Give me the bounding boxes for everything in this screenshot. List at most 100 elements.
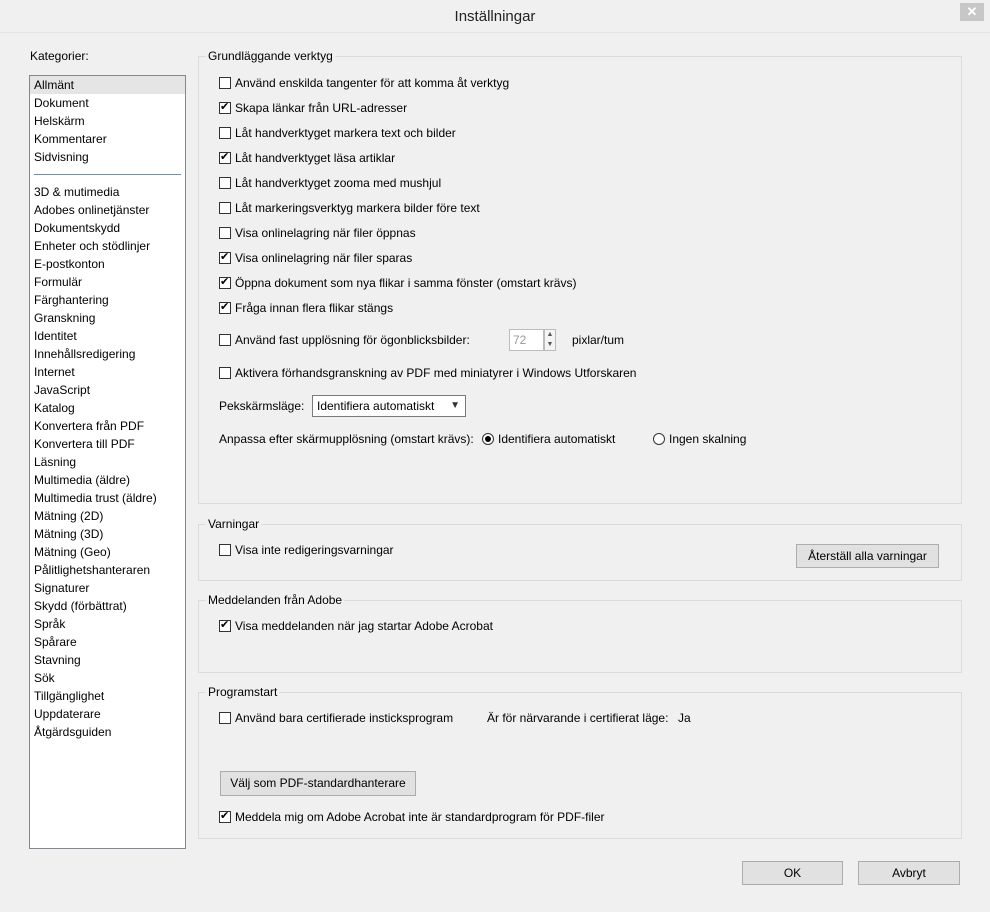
startup-title: Programstart bbox=[206, 685, 280, 699]
scaling-auto-radio[interactable] bbox=[482, 433, 494, 445]
option-checkbox[interactable] bbox=[219, 177, 231, 189]
fixed-resolution-label: Använd fast upplösning för ögonblicksbil… bbox=[235, 333, 470, 347]
category-item[interactable]: Uppdaterare bbox=[30, 705, 185, 723]
set-default-pdf-button[interactable]: Välj som PDF-standardhanterare bbox=[220, 771, 416, 796]
category-item[interactable]: Åtgärdsguiden bbox=[30, 723, 185, 741]
category-item[interactable]: Multimedia trust (äldre) bbox=[30, 489, 185, 507]
show-messages-label: Visa meddelanden när jag startar Adobe A… bbox=[235, 619, 493, 633]
close-button[interactable]: ✕ bbox=[960, 3, 984, 21]
category-item[interactable]: Sidvisning bbox=[30, 148, 185, 166]
basic-tool-option[interactable]: Öppna dokument som nya flikar i samma fö… bbox=[219, 275, 577, 290]
category-item[interactable]: Adobes onlinetjänster bbox=[30, 201, 185, 219]
category-item[interactable]: Innehållsredigering bbox=[30, 345, 185, 363]
option-label: Fråga innan flera flikar stängs bbox=[235, 301, 394, 315]
option-checkbox[interactable] bbox=[219, 250, 231, 264]
resolution-spinner[interactable]: ▲ ▼ bbox=[544, 329, 556, 351]
category-item[interactable]: Internet bbox=[30, 363, 185, 381]
category-item[interactable]: Mätning (3D) bbox=[30, 525, 185, 543]
basic-tool-option[interactable]: Skapa länkar från URL-adresser bbox=[219, 100, 407, 115]
title-bar: Inställningar ✕ bbox=[0, 0, 990, 33]
category-item[interactable]: Allmänt bbox=[30, 76, 185, 94]
category-item[interactable]: Enheter och stödlinjer bbox=[30, 237, 185, 255]
category-item[interactable]: Färghantering bbox=[30, 291, 185, 309]
option-label: Låt handverktyget zooma med mushjul bbox=[235, 176, 442, 190]
resolution-unit: pixlar/tum bbox=[572, 333, 625, 347]
option-checkbox[interactable] bbox=[219, 275, 231, 289]
ok-button[interactable]: OK bbox=[742, 861, 843, 885]
show-messages-checkbox[interactable] bbox=[219, 618, 231, 632]
category-item[interactable]: Multimedia (äldre) bbox=[30, 471, 185, 489]
reset-warnings-button[interactable]: Återställ alla varningar bbox=[796, 544, 939, 568]
category-item[interactable]: Skydd (förbättrat) bbox=[30, 597, 185, 615]
category-item[interactable]: Sök bbox=[30, 669, 185, 687]
option-label: Använd enskilda tangenter för att komma … bbox=[235, 76, 510, 90]
category-item[interactable]: Katalog bbox=[30, 399, 185, 417]
basic-tool-option[interactable]: Visa onlinelagring när filer öppnas bbox=[219, 226, 416, 240]
notify-default-checkbox[interactable] bbox=[219, 809, 231, 823]
scaling-auto-label: Identifiera automatiskt bbox=[498, 432, 616, 446]
cancel-button[interactable]: Avbryt bbox=[858, 861, 960, 885]
category-item[interactable]: Mätning (2D) bbox=[30, 507, 185, 525]
no-edit-warnings-label: Visa inte redigeringsvarningar bbox=[235, 543, 394, 557]
option-label: Öppna dokument som nya flikar i samma fö… bbox=[235, 276, 577, 290]
option-label: Låt handverktyget markera text och bilde… bbox=[235, 126, 456, 140]
fixed-resolution-row[interactable]: Använd fast upplösning för ögonblicksbil… bbox=[219, 333, 470, 347]
preview-row[interactable]: Aktivera förhandsgranskning av PDF med m… bbox=[219, 366, 636, 380]
basic-tool-option[interactable]: Låt handverktyget zooma med mushjul bbox=[219, 176, 441, 190]
category-item[interactable]: Tillgänglighet bbox=[30, 687, 185, 705]
category-item[interactable]: Signaturer bbox=[30, 579, 185, 597]
scaling-none-radio[interactable] bbox=[653, 433, 665, 445]
notify-row[interactable]: Meddela mig om Adobe Acrobat inte är sta… bbox=[219, 809, 605, 824]
notify-default-label: Meddela mig om Adobe Acrobat inte är sta… bbox=[235, 810, 605, 824]
categories-list[interactable]: Allmänt Dokument Helskärm Kommentarer Sidvis… bbox=[29, 75, 186, 849]
category-item[interactable]: Språk bbox=[30, 615, 185, 633]
basic-tool-option[interactable]: Använd enskilda tangenter för att komma … bbox=[219, 76, 509, 90]
no-edit-warnings-checkbox[interactable] bbox=[219, 544, 231, 556]
option-checkbox[interactable] bbox=[219, 227, 231, 239]
messages-row[interactable]: Visa meddelanden när jag startar Adobe A… bbox=[219, 618, 493, 633]
touch-mode-select[interactable]: Identifiera automatiskt ▼ bbox=[312, 395, 466, 417]
category-item[interactable]: Granskning bbox=[30, 309, 185, 327]
basic-tool-option[interactable]: Låt handverktyget markera text och bilde… bbox=[219, 126, 456, 140]
option-checkbox[interactable] bbox=[219, 77, 231, 89]
touch-mode-value: Identifiera automatiskt bbox=[317, 399, 435, 413]
warnings-title: Varningar bbox=[206, 517, 262, 531]
option-checkbox[interactable] bbox=[219, 127, 231, 139]
certified-plugins-label: Använd bara certifierade insticksprogram bbox=[235, 711, 454, 725]
basic-tool-option[interactable]: Låt markeringsverktyg markera bilder för… bbox=[219, 201, 480, 215]
category-item[interactable]: E-postkonton bbox=[30, 255, 185, 273]
warnings-row[interactable]: Visa inte redigeringsvarningar bbox=[219, 543, 394, 557]
certified-row[interactable]: Använd bara certifierade insticksprogram bbox=[219, 711, 453, 725]
category-item[interactable]: 3D & mutimedia bbox=[30, 183, 185, 201]
scaling-none-option[interactable]: Ingen skalning bbox=[653, 432, 746, 446]
category-item[interactable]: Kommentarer bbox=[30, 130, 185, 148]
scaling-none-label: Ingen skalning bbox=[669, 432, 747, 446]
option-checkbox[interactable] bbox=[219, 150, 231, 164]
category-item[interactable]: Konvertera till PDF bbox=[30, 435, 185, 453]
category-item[interactable]: JavaScript bbox=[30, 381, 185, 399]
basic-tool-option[interactable]: Låt handverktyget läsa artiklar bbox=[219, 150, 395, 165]
option-checkbox[interactable] bbox=[219, 300, 231, 314]
fixed-resolution-checkbox[interactable] bbox=[219, 334, 231, 346]
category-item[interactable]: Mätning (Geo) bbox=[30, 543, 185, 561]
option-checkbox[interactable] bbox=[219, 202, 231, 214]
resolution-input[interactable]: 72 bbox=[509, 329, 544, 351]
category-item[interactable]: Konvertera från PDF bbox=[30, 417, 185, 435]
basic-tool-option[interactable]: Visa onlinelagring när filer sparas bbox=[219, 250, 412, 265]
category-item[interactable]: Formulär bbox=[30, 273, 185, 291]
category-item[interactable]: Läsning bbox=[30, 453, 185, 471]
category-item[interactable]: Identitet bbox=[30, 327, 185, 345]
certified-plugins-checkbox[interactable] bbox=[219, 712, 231, 724]
option-checkbox[interactable] bbox=[219, 100, 231, 114]
category-item[interactable]: Pålitlighetshanteraren bbox=[30, 561, 185, 579]
preview-checkbox[interactable] bbox=[219, 367, 231, 379]
category-item[interactable]: Spårare bbox=[30, 633, 185, 651]
category-item[interactable]: Dokumentskydd bbox=[30, 219, 185, 237]
cert-mode-value: Ja bbox=[678, 711, 691, 725]
messages-title: Meddelanden från Adobe bbox=[206, 593, 345, 607]
scaling-auto-option[interactable]: Identifiera automatiskt bbox=[482, 432, 615, 446]
category-item[interactable]: Helskärm bbox=[30, 112, 185, 130]
basic-tool-option[interactable]: Fråga innan flera flikar stängs bbox=[219, 300, 394, 315]
category-item[interactable]: Dokument bbox=[30, 94, 185, 112]
category-item[interactable]: Stavning bbox=[30, 651, 185, 669]
